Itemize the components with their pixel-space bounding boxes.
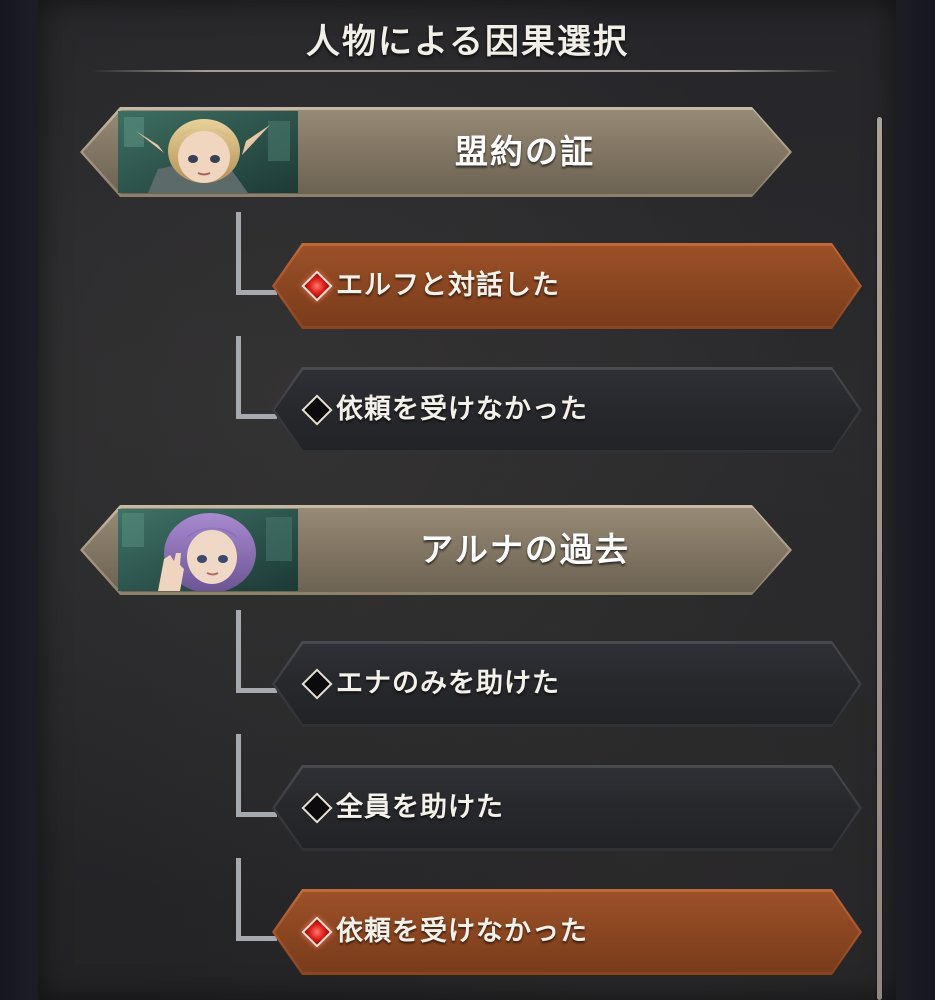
title-divider [92, 70, 838, 72]
purple-haired-girl-portrait-icon [118, 509, 298, 591]
option-label: 依頼を受けなかった [336, 916, 588, 947]
elf-girl-portrait-icon [118, 111, 298, 193]
option-label: エルフと対話した [336, 270, 560, 301]
tree-connector [236, 336, 277, 419]
group-header-label: 盟約の証 [455, 132, 595, 171]
page-title: 人物による因果選択 [306, 22, 629, 62]
tree-connector [236, 734, 277, 817]
option-label: 依頼を受けなかった [336, 394, 588, 425]
tree-connector [236, 212, 277, 295]
option-saved-only-ena[interactable]: エナのみを助けた [272, 641, 862, 727]
tree-connector [236, 858, 277, 941]
scrollbar[interactable] [877, 117, 882, 1000]
option-saved-everyone[interactable]: 全員を助けた [272, 765, 862, 851]
screen-frame: 人物による因果選択 盟約の証 エルフと対話した 依頼を受けなかった アルナの過去… [0, 0, 935, 1000]
option-talked-with-elf[interactable]: エルフと対話した [272, 243, 862, 329]
group-header-label: アルナの過去 [420, 530, 630, 569]
option-label: エナのみを助けた [336, 668, 560, 699]
option-label: 全員を助けた [336, 792, 504, 823]
group-header-arna-past[interactable]: アルナの過去 [80, 505, 792, 595]
group-header-pact[interactable]: 盟約の証 [80, 107, 792, 197]
option-refused-request[interactable]: 依頼を受けなかった [272, 889, 862, 975]
option-refused-request[interactable]: 依頼を受けなかった [272, 367, 862, 453]
tree-connector [236, 610, 277, 693]
